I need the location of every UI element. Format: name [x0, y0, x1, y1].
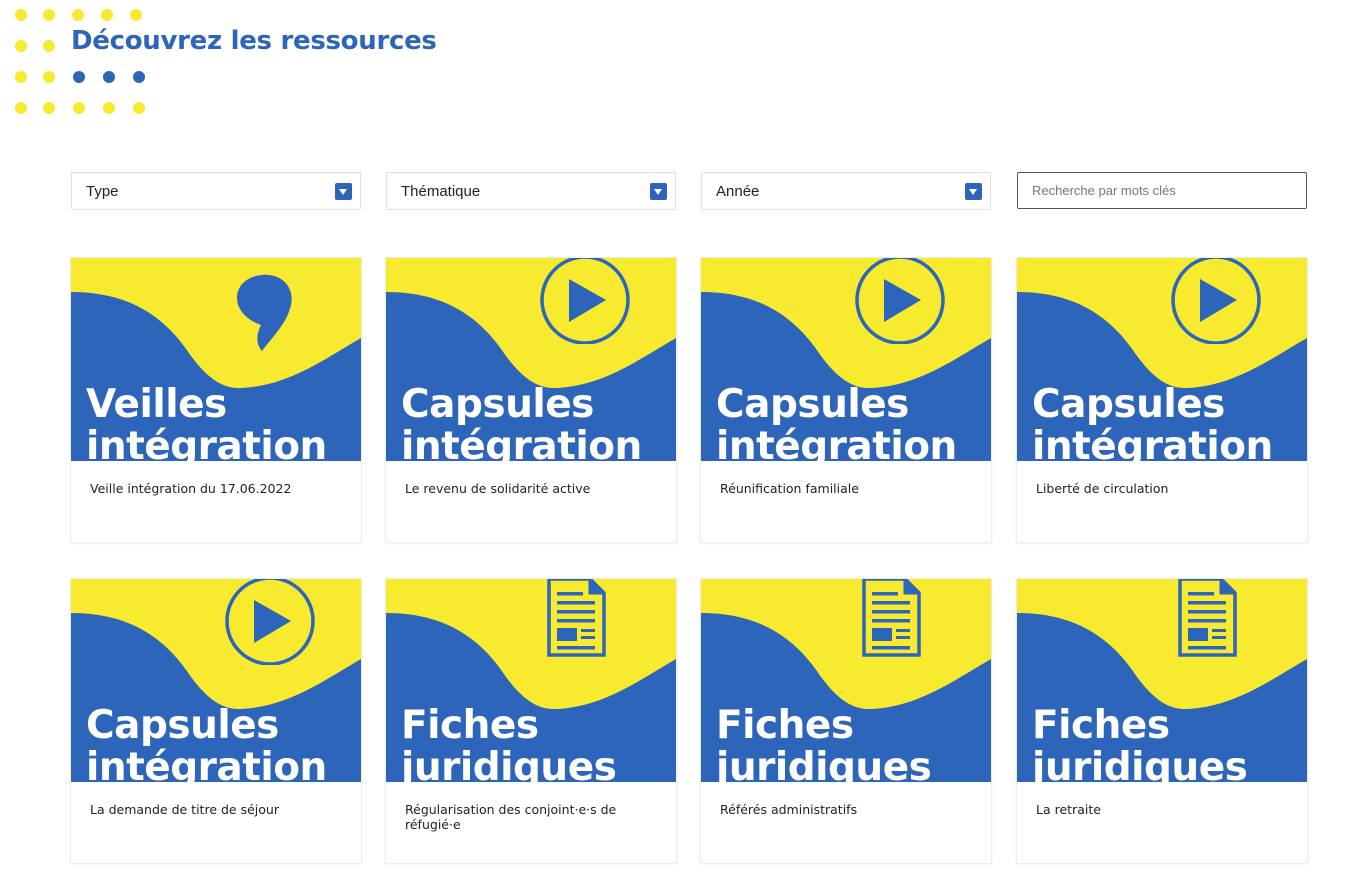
resource-card[interactable]: Fiches juridiques Régularisation des conjo…	[386, 579, 676, 863]
play-icon	[855, 258, 945, 344]
resource-card[interactable]: Capsules intégration Liberté de circulatio…	[1017, 258, 1307, 542]
card-category-line2: juridiques	[716, 745, 932, 783]
card-title-link[interactable]: Veille intégration du 17.06.2022	[90, 481, 330, 496]
resource-card[interactable]: Veilles intégration Veille intégration du …	[71, 258, 361, 542]
card-title-link[interactable]: La demande de titre de séjour	[90, 802, 330, 817]
type-select-label: Type	[86, 183, 119, 200]
card-category-line2: juridiques	[1032, 745, 1248, 783]
card-banner-image[interactable]: Capsules intégration	[71, 579, 361, 782]
chevron-down-icon	[650, 183, 667, 200]
play-icon	[540, 258, 630, 344]
card-category-line2: juridiques	[401, 745, 617, 783]
resource-card[interactable]: Capsules intégration La demande de titre d…	[71, 579, 361, 863]
card-banner-image[interactable]: Capsules intégration	[386, 258, 676, 461]
keyword-search-input[interactable]	[1017, 172, 1307, 209]
card-category-line1: Capsules	[401, 382, 594, 427]
card-banner-image[interactable]: Fiches juridiques	[701, 579, 991, 782]
card-category-heading: Capsules intégration	[401, 382, 642, 462]
card-category-line2: intégration	[401, 424, 642, 462]
page-title: Découvrez les ressources	[71, 26, 437, 56]
quote-icon	[237, 274, 292, 351]
card-category-heading: Fiches juridiques	[1032, 703, 1248, 783]
resource-card[interactable]: Capsules intégration Réunification familia…	[701, 258, 991, 542]
year-select-label: Année	[716, 183, 760, 200]
card-banner-image[interactable]: Capsules intégration	[701, 258, 991, 461]
card-title-link[interactable]: Réunification familiale	[720, 481, 960, 496]
chevron-down-icon	[335, 183, 352, 200]
card-category-heading: Capsules intégration	[1032, 382, 1273, 462]
card-title-link[interactable]: Liberté de circulation	[1036, 481, 1276, 496]
card-banner-image[interactable]: Capsules intégration	[1017, 258, 1307, 461]
card-category-line1: Capsules	[86, 703, 279, 748]
card-banner-image[interactable]: Fiches juridiques	[1017, 579, 1307, 782]
card-category-line2: intégration	[86, 745, 327, 783]
card-category-heading: Veilles intégration	[86, 382, 327, 462]
theme-select[interactable]: Thématique	[386, 172, 676, 210]
card-banner-image[interactable]: Fiches juridiques	[386, 579, 676, 782]
card-category-line2: intégration	[716, 424, 957, 462]
card-category-line1: Veilles	[86, 382, 227, 427]
card-category-line1: Capsules	[716, 382, 909, 427]
card-category-line2: intégration	[1032, 424, 1273, 462]
card-category-line1: Fiches	[1032, 703, 1170, 748]
card-title-link[interactable]: Le revenu de solidarité active	[405, 481, 645, 496]
document-icon	[547, 579, 606, 657]
type-select[interactable]: Type	[71, 172, 361, 210]
document-icon	[1178, 579, 1237, 657]
card-category-line1: Fiches	[716, 703, 854, 748]
card-category-line2: intégration	[86, 424, 327, 462]
card-category-heading: Capsules intégration	[86, 703, 327, 783]
card-title-link[interactable]: Régularisation des conjoint·e·s de réfug…	[405, 802, 645, 832]
card-title-link[interactable]: Référés administratifs	[720, 802, 960, 817]
card-category-line1: Fiches	[401, 703, 539, 748]
card-banner-image[interactable]: Veilles intégration	[71, 258, 361, 461]
resource-card[interactable]: Fiches juridiques La retraite	[1017, 579, 1307, 863]
card-category-heading: Fiches juridiques	[716, 703, 932, 783]
dot-pattern-decoration	[0, 0, 160, 120]
resource-card[interactable]: Capsules intégration Le revenu de solidari…	[386, 258, 676, 542]
card-category-heading: Capsules intégration	[716, 382, 957, 462]
resource-card[interactable]: Fiches juridiques Référés administratifs	[701, 579, 991, 863]
chevron-down-icon	[965, 183, 982, 200]
theme-select-label: Thématique	[401, 183, 481, 200]
year-select[interactable]: Année	[701, 172, 991, 210]
card-category-line1: Capsules	[1032, 382, 1225, 427]
document-icon	[862, 579, 921, 657]
play-icon	[1171, 258, 1261, 344]
card-category-heading: Fiches juridiques	[401, 703, 617, 783]
card-title-link[interactable]: La retraite	[1036, 802, 1276, 817]
play-icon	[225, 579, 315, 665]
